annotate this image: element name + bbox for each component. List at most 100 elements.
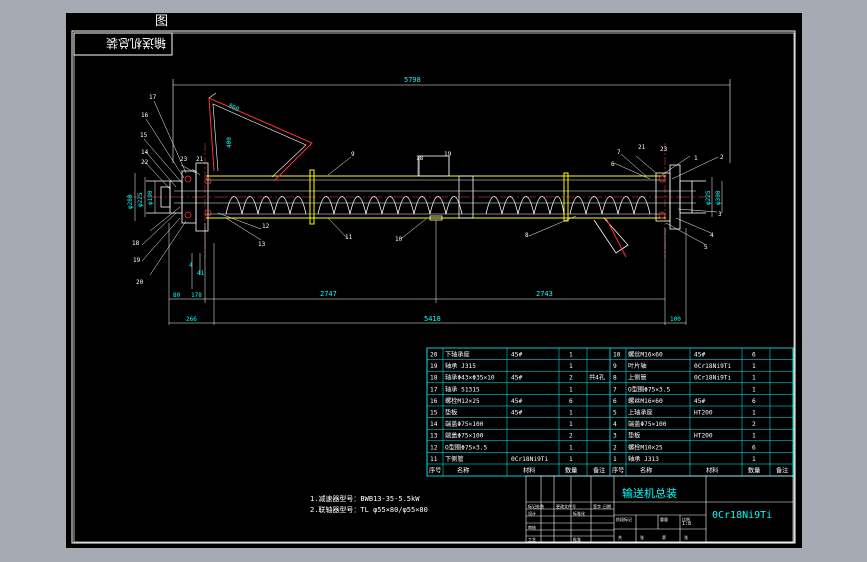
cell-process: 工艺 — [528, 537, 536, 542]
bom-right-name: 叶片轴 — [628, 362, 647, 370]
bom-right-qty: 6 — [752, 398, 756, 405]
balloon-5: 5 — [704, 244, 708, 251]
bom-left-name: 轴承 51315 — [445, 385, 480, 393]
bom-right-qty: 1 — [752, 410, 756, 417]
bom-right-name: 轴承 J313 — [628, 455, 659, 463]
dim-overall — [172, 79, 731, 163]
balloon-3: 3 — [718, 211, 722, 218]
dim-left-1: 80 — [173, 292, 181, 299]
bom-left-note: 共4孔 — [589, 374, 605, 382]
bom-left-no: 13 — [430, 433, 438, 440]
bom-left-qty: 2 — [569, 433, 573, 440]
screw-flights — [225, 196, 651, 215]
bom-left-name: 轴承 J315 — [445, 362, 476, 370]
inlet-hopper — [208, 92, 313, 182]
balloon-6: 6 — [611, 161, 615, 168]
dim-left-2: 178 — [191, 292, 202, 299]
bom-right-name: 上轴承座 — [628, 409, 653, 417]
dim-hopper-width: 800 — [227, 102, 240, 113]
material-label: 0Cr18Ni9Ti — [712, 510, 772, 521]
balloon-22: 22 — [141, 159, 149, 166]
bom-right-material: HT200 — [694, 433, 713, 440]
bom-right-name: 端盖Φ75×100 — [628, 420, 667, 428]
bom-right-no: 2 — [613, 444, 617, 451]
bom-header-material: 材料 — [706, 467, 718, 475]
balloon-7: 7 — [617, 149, 621, 156]
cell-date: 日期 — [603, 503, 611, 509]
balloon-9: 9 — [351, 151, 355, 158]
bom-right-qty: 1 — [752, 386, 756, 393]
cell-sheet-b: 张 — [684, 534, 688, 540]
bom-left-name: 垫板 — [445, 409, 457, 417]
bom-header-no: 序号 — [612, 467, 624, 475]
bom-left-no: 16 — [430, 398, 438, 405]
balloon-8: 8 — [525, 232, 529, 239]
dim-small-b: 41 — [197, 270, 205, 277]
bom-right-qty: 2 — [752, 421, 756, 428]
bom-left-qty: 1 — [569, 352, 573, 359]
balloon-18: 18 — [132, 240, 140, 247]
cell-approve: 批准 — [573, 536, 581, 542]
bom-header-note: 备注 — [593, 467, 605, 475]
balloon-10: 10 — [395, 236, 403, 243]
dim-length-a: 2747 — [320, 290, 337, 298]
balloon-21: 21 — [638, 144, 646, 151]
balloon-labels: 17 16 15 14 22 18 19 20 12 13 23 21 9 11… — [132, 94, 724, 286]
cell-sign: 签字 — [593, 503, 601, 509]
rotated-title-text: 输送机总装 — [106, 36, 166, 51]
bom-left-name: 端盖Φ75×100 — [445, 420, 484, 428]
bom-right-qty: 1 — [752, 375, 756, 382]
bom-right-material: 45# — [694, 352, 705, 359]
cell-change-doc: 更改文件号 — [556, 503, 576, 509]
bom-left-name: 下轴承座 — [445, 351, 470, 359]
balloon-12: 12 — [262, 223, 270, 230]
dim-dia-c: φ190 — [147, 190, 154, 205]
bom-left-material: 45# — [511, 410, 522, 417]
bom-left-no: 15 — [430, 410, 438, 417]
bom-left-material: 0Cr18Ni9Ti — [511, 456, 549, 463]
cell-mark: 标记处数 — [528, 503, 544, 509]
bom-left-material: 45# — [511, 352, 522, 359]
dim-left-3: 266 — [186, 316, 197, 323]
bom-header-note: 备注 — [776, 467, 788, 475]
balloon-4: 4 — [710, 232, 714, 239]
bom-right-no: 4 — [613, 421, 617, 428]
bom-header-qty: 数量 — [565, 467, 577, 475]
dim-length-b: 2743 — [536, 290, 553, 298]
bom-left-no: 17 — [430, 386, 438, 393]
cell-num: 第 — [662, 534, 666, 540]
bom-rows: 20 下轴承座 45# 119 轴承 J315 118 轴承Φ43×Φ35×10 45# 2 共4… — [426, 348, 794, 476]
bom-right-name: 垫板 — [628, 432, 640, 440]
bom-left-no: 11 — [430, 456, 438, 463]
cad-drawing: 输送机总装 图 5798 800 400 φ280 φ225 φ190 φ225… — [71, 14, 796, 544]
bom-right-name: 上侧管 — [628, 374, 647, 382]
balloon-2: 2 — [720, 154, 724, 161]
bom-right-name: 螺丝M16×60 — [628, 397, 663, 405]
dim-dia-right-b: φ300 — [715, 190, 722, 205]
middle-outlet — [418, 155, 474, 221]
bom-left-name: 轴承Φ43×Φ35×10 — [445, 374, 495, 382]
bom-right-material: 45# — [694, 398, 705, 405]
dim-right-end: 100 — [670, 316, 681, 323]
bom-header-qty: 数量 — [748, 467, 760, 475]
dim-overall-label: 5798 — [404, 76, 421, 84]
bom-left-qty: 1 — [569, 444, 573, 451]
bom-left-material: 45# — [511, 398, 522, 405]
balloon-18-top: 18 — [416, 155, 424, 162]
balloon-13: 13 — [258, 241, 266, 248]
bom-header-material: 材料 — [523, 467, 535, 475]
bom-left-qty: 1 — [569, 456, 573, 463]
dim-dia-right-a: φ225 — [705, 190, 712, 205]
bom-right-no: 5 — [613, 410, 617, 417]
balloon-14: 14 — [141, 149, 149, 156]
cell-design: 设计 — [528, 510, 536, 516]
bom-right-no: 6 — [613, 398, 617, 405]
bom-right-no: 8 — [613, 375, 617, 382]
bom-right-no: 9 — [613, 363, 617, 370]
outlet-chute — [593, 217, 629, 258]
rotated-mark-text: 图 — [155, 14, 168, 29]
cell-total: 共 — [618, 534, 622, 540]
title-block — [525, 475, 794, 543]
bom-left-no: 14 — [430, 421, 438, 428]
bom-left-name: O型圈Φ75×3.5 — [445, 443, 487, 451]
